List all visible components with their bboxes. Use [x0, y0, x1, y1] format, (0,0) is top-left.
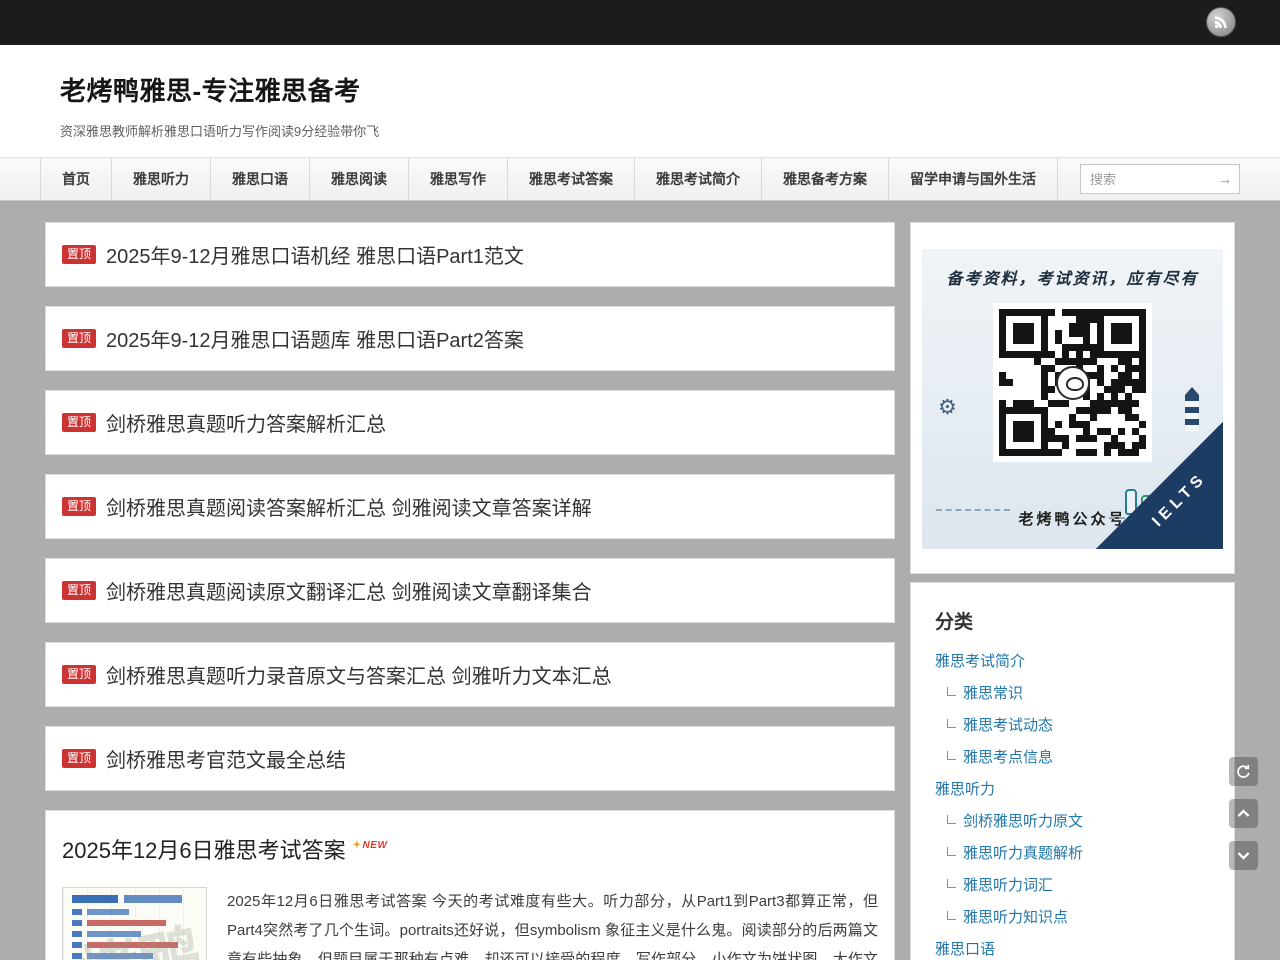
pinned-post-card: 置顶 剑桥雅思真题阅读原文翻译汇总 剑雅阅读文章翻译集合 [45, 558, 895, 623]
page-body: 置顶 2025年9-12月雅思口语机经 雅思口语Part1范文 置顶 2025年… [0, 201, 1280, 960]
scroll-down-button[interactable] [1229, 841, 1258, 870]
nav-item-home[interactable]: 首页 [40, 158, 112, 200]
nav-item-reading[interactable]: 雅思阅读 [310, 158, 409, 200]
pinned-badge: 置顶 [62, 329, 96, 348]
thumbnail-header-graphic [72, 895, 197, 903]
wechat-qr-widget: 备考资料，考试资讯，应有尽有 老烤鸭公众号 IELTS [910, 222, 1235, 574]
pinned-badge: 置顶 [62, 581, 96, 600]
category-item: 雅思听力词汇 [935, 876, 1210, 896]
main-nav: 首页 雅思听力 雅思口语 雅思阅读 雅思写作 雅思考试答案 雅思考试简介 雅思备… [0, 157, 1280, 201]
new-icon: NEW [353, 840, 388, 851]
post-title[interactable]: 剑桥雅思真题听力录音原文与答案汇总 剑雅听力文本汇总 [106, 660, 612, 689]
nav-item-speaking[interactable]: 雅思口语 [211, 158, 310, 200]
search-input[interactable] [1081, 172, 1211, 187]
categories-widget: 分类 雅思考试简介 雅思常识 雅思考试动态 雅思考点信息 雅思听力 剑桥雅思听力… [910, 582, 1235, 960]
site-tagline: 资深雅思教师解析雅思口语听力写作阅读9分经验带你飞 [60, 121, 1220, 140]
nav-item-exam-answers[interactable]: 雅思考试答案 [508, 158, 635, 200]
post-title[interactable]: 剑桥雅思考官范文最全总结 [106, 744, 346, 773]
category-item: 雅思考点信息 [935, 748, 1210, 768]
refresh-icon [1235, 763, 1252, 780]
category-link-cambridge-listening-transcripts[interactable]: 剑桥雅思听力原文 [963, 813, 1083, 830]
nav-item-listening[interactable]: 雅思听力 [112, 158, 211, 200]
category-link-speaking[interactable]: 雅思口语 [935, 941, 995, 958]
category-item: 剑桥雅思听力原文 [935, 812, 1210, 832]
wechat-qr-image: 备考资料，考试资讯，应有尽有 老烤鸭公众号 IELTS [922, 249, 1223, 549]
pinned-post-card: 置顶 剑桥雅思真题听力答案解析汇总 [45, 390, 895, 455]
pinned-badge: 置顶 [62, 749, 96, 768]
tree-branch-icon [947, 847, 956, 856]
category-link-listening-answer-analysis[interactable]: 雅思听力真题解析 [963, 845, 1083, 862]
categories-list: 雅思考试简介 雅思常识 雅思考试动态 雅思考点信息 雅思听力 剑桥雅思听力原文 … [935, 652, 1210, 960]
post-title[interactable]: 2025年12月6日雅思考试答案NEW [62, 833, 878, 865]
tree-branch-icon [947, 687, 956, 696]
site-header: 老烤鸭雅思-专注雅思备考 资深雅思教师解析雅思口语听力写作阅读9分经验带你飞 [0, 45, 1280, 157]
lighthouse-illustration [1185, 387, 1199, 431]
pinned-badge: 置顶 [62, 413, 96, 432]
tree-branch-icon [947, 719, 956, 728]
post-title[interactable]: 2025年9-12月雅思口语机经 雅思口语Part1范文 [106, 240, 524, 269]
qr-code [993, 303, 1152, 462]
sidebar: 备考资料，考试资讯，应有尽有 老烤鸭公众号 IELTS 分类 [910, 222, 1235, 960]
post-thumbnail[interactable]: 烤鸭 [62, 887, 207, 960]
qr-top-text: 备考资料，考试资讯，应有尽有 [922, 249, 1223, 289]
top-bar [0, 0, 1280, 45]
post-body: 烤鸭 2025年12月6日雅思考试答案 今天的考试难度有些大。听力部分，从Par… [62, 887, 878, 960]
site-title[interactable]: 老烤鸭雅思-专注雅思备考 [60, 71, 1220, 108]
tree-branch-icon [947, 879, 956, 888]
rss-icon [1213, 14, 1229, 30]
search-submit-button[interactable]: → [1211, 165, 1239, 193]
pinned-post-card: 置顶 剑桥雅思真题阅读答案解析汇总 剑雅阅读文章答案详解 [45, 474, 895, 539]
category-link-exam-intro[interactable]: 雅思考试简介 [935, 653, 1025, 670]
pinned-post-card: 置顶 剑桥雅思真题听力录音原文与答案汇总 剑雅听力文本汇总 [45, 642, 895, 707]
thumbnail-rows-graphic [63, 909, 206, 960]
tree-branch-icon [947, 815, 956, 824]
category-item: 雅思口语 [935, 940, 1210, 960]
category-link-listening-knowledge[interactable]: 雅思听力知识点 [963, 909, 1068, 926]
ground-line [936, 509, 1010, 511]
rss-button[interactable] [1206, 7, 1236, 37]
pinned-post-card: 置顶 2025年9-12月雅思口语题库 雅思口语Part2答案 [45, 306, 895, 371]
category-item: 雅思听力知识点 [935, 908, 1210, 928]
nav-item-prep-plan[interactable]: 雅思备考方案 [762, 158, 889, 200]
category-link-listening-vocab[interactable]: 雅思听力词汇 [963, 877, 1053, 894]
duck-logo-icon [1056, 366, 1090, 400]
chevron-down-icon [1235, 847, 1252, 864]
tree-branch-icon [947, 911, 956, 920]
post-title[interactable]: 2025年9-12月雅思口语题库 雅思口语Part2答案 [106, 324, 524, 353]
gear-icon [938, 395, 957, 420]
post-list: 置顶 2025年9-12月雅思口语机经 雅思口语Part1范文 置顶 2025年… [45, 222, 895, 960]
floating-tools [1229, 757, 1258, 870]
pinned-post-card: 置顶 2025年9-12月雅思口语机经 雅思口语Part1范文 [45, 222, 895, 287]
refresh-button[interactable] [1229, 757, 1258, 786]
post-title[interactable]: 剑桥雅思真题阅读答案解析汇总 剑雅阅读文章答案详解 [106, 492, 592, 521]
chevron-up-icon [1235, 805, 1252, 822]
pinned-badge: 置顶 [62, 497, 96, 516]
tree-branch-icon [947, 751, 956, 760]
category-item: 雅思听力真题解析 [935, 844, 1210, 864]
category-link-listening[interactable]: 雅思听力 [935, 781, 995, 798]
category-link-test-center-info[interactable]: 雅思考点信息 [963, 749, 1053, 766]
categories-title: 分类 [935, 607, 1210, 634]
scroll-up-button[interactable] [1229, 799, 1258, 828]
category-link-exam-news[interactable]: 雅思考试动态 [963, 717, 1053, 734]
category-item: 雅思考试动态 [935, 716, 1210, 736]
category-item: 雅思考试简介 [935, 652, 1210, 672]
category-link-ielts-basics[interactable]: 雅思常识 [963, 685, 1023, 702]
pinned-post-card: 置顶 剑桥雅思考官范文最全总结 [45, 726, 895, 791]
search-form: → [1080, 164, 1240, 194]
category-item: 雅思常识 [935, 684, 1210, 704]
nav-item-study-abroad[interactable]: 留学申请与国外生活 [889, 158, 1058, 200]
post-title[interactable]: 剑桥雅思真题阅读原文翻译汇总 剑雅阅读文章翻译集合 [106, 576, 592, 605]
post-title[interactable]: 剑桥雅思真题听力答案解析汇总 [106, 408, 386, 437]
latest-post-card: 2025年12月6日雅思考试答案NEW 烤鸭 2025年12月6日雅思考试答案 … [45, 810, 895, 960]
nav-item-exam-intro[interactable]: 雅思考试简介 [635, 158, 762, 200]
post-excerpt: 2025年12月6日雅思考试答案 今天的考试难度有些大。听力部分，从Part1到… [227, 887, 878, 960]
pinned-badge: 置顶 [62, 245, 96, 264]
pinned-badge: 置顶 [62, 665, 96, 684]
category-item: 雅思听力 [935, 780, 1210, 800]
nav-item-writing[interactable]: 雅思写作 [409, 158, 508, 200]
